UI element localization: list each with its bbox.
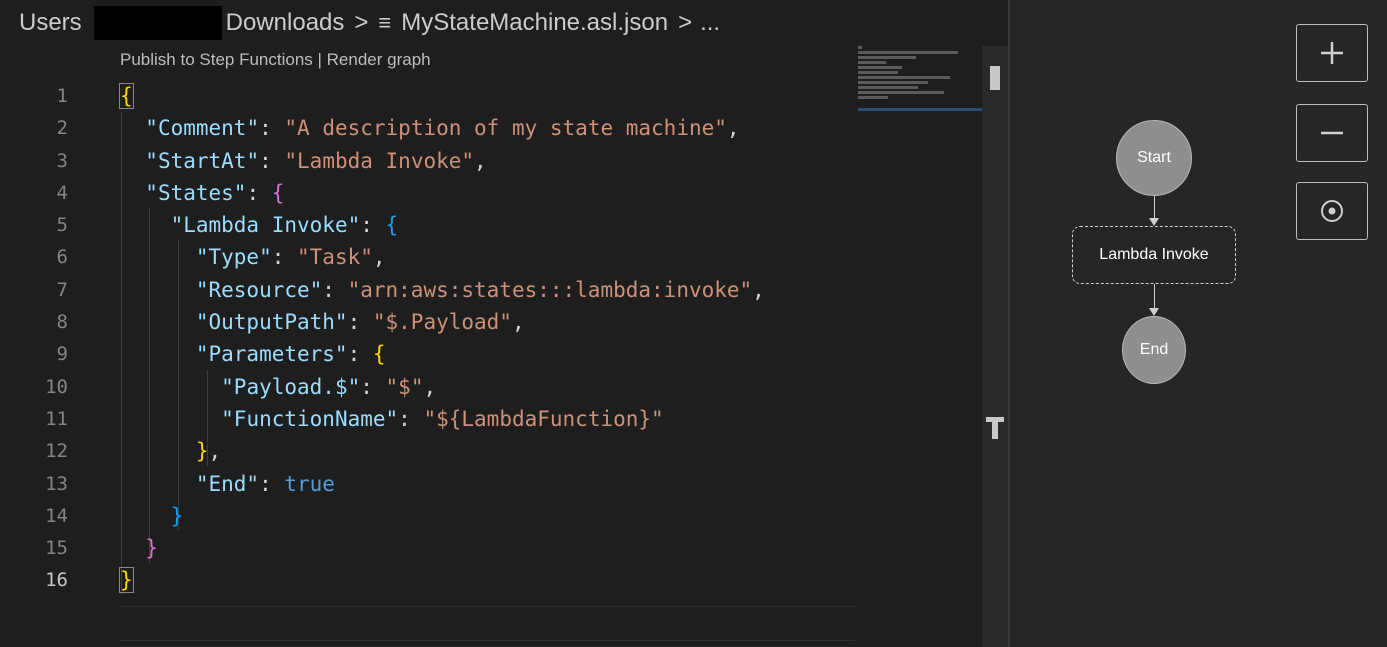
code-line: { [119,83,134,109]
minus-icon [1321,131,1343,135]
code-line: "End": true [195,471,335,496]
line-number: 3 [56,149,68,172]
vertical-scrollbar[interactable] [982,46,1008,647]
breadcrumb: Users Downloads > ≡ MyStateMachine.asl.j… [0,0,1008,46]
code-area[interactable]: { "Comment": "A description of my state … [119,80,860,597]
code-line: } [170,503,184,528]
breadcrumb-separator: > [678,9,693,36]
line-number: 10 [45,375,68,398]
line-number-active: 16 [45,569,68,592]
line-number: 14 [45,504,68,527]
code-line: "Type": "Task", [195,245,386,270]
codelens-divider: | [312,50,327,69]
line-number: 12 [45,440,68,463]
code-line: "Resource": "arn:aws:states:::lambda:inv… [195,277,765,302]
arrowhead [1149,308,1159,316]
code-line: "Comment": "A description of my state ma… [145,116,740,141]
current-line-highlight [120,606,855,607]
line-number: 15 [45,537,68,560]
zoom-in-button[interactable] [1296,24,1368,82]
current-line-highlight [120,640,855,641]
minimap[interactable] [858,46,980,110]
breadcrumb-symbol[interactable]: ... [700,9,720,37]
zoom-out-button[interactable] [1296,104,1368,162]
line-number: 9 [56,343,68,366]
code-line: "States": { [145,180,285,205]
code-line: }, [195,439,222,464]
codelens: Publish to Step Functions | Render graph [120,50,431,70]
arrowhead [1149,218,1159,226]
publish-to-step-functions-link[interactable]: Publish to Step Functions [120,50,313,69]
breadcrumb-separator: > [354,9,369,36]
render-graph-link[interactable]: Render graph [327,50,431,69]
code-line: "Payload.$": "$", [221,374,437,399]
line-number: 1 [56,85,68,107]
line-number: 4 [56,181,68,204]
line-number: 5 [56,214,68,237]
code-line: "Parameters": { [195,342,386,367]
code-line: "OutputPath": "$.Payload", [195,310,525,335]
line-number: 11 [45,407,68,430]
line-number-gutter: 1 2 3 4 5 6 7 8 9 10 11 12 13 14 15 16 [0,80,110,597]
line-number: 6 [56,246,68,269]
file-lines-icon: ≡ [378,10,392,35]
minimap-slider[interactable] [858,108,982,111]
line-number: 13 [45,472,68,495]
line-number: 8 [56,311,68,334]
line-number: 2 [56,117,68,140]
code-line: "FunctionName": "${LambdaFunction}" [221,406,664,431]
target-icon [1321,200,1343,222]
code-editor[interactable]: Users Downloads > ≡ MyStateMachine.asl.j… [0,0,1008,647]
breadcrumb-users[interactable]: Users [0,9,82,37]
lambda-invoke-node[interactable]: Lambda Invoke [1072,226,1236,284]
scrollbar-thumb[interactable] [990,66,1000,90]
center-graph-button[interactable] [1296,182,1368,240]
graph-view[interactable]: Start Lambda Invoke End [1010,0,1387,647]
breadcrumb-file[interactable]: MyStateMachine.asl.json [401,9,668,37]
redacted-username [93,6,222,40]
edge-start-to-task [1154,196,1155,220]
end-node[interactable]: End [1122,316,1186,384]
edge-task-to-end [1154,284,1155,310]
start-node[interactable]: Start [1116,120,1192,196]
code-line: } [145,536,158,561]
line-number: 7 [56,278,68,301]
code-line: "Lambda Invoke": { [170,213,399,238]
text-cursor-icon [986,417,1004,439]
code-line-active: } [119,567,134,594]
breadcrumb-downloads[interactable]: Downloads [226,9,345,37]
plus-icon [1321,42,1343,64]
code-line: "StartAt": "Lambda Invoke", [145,148,487,173]
